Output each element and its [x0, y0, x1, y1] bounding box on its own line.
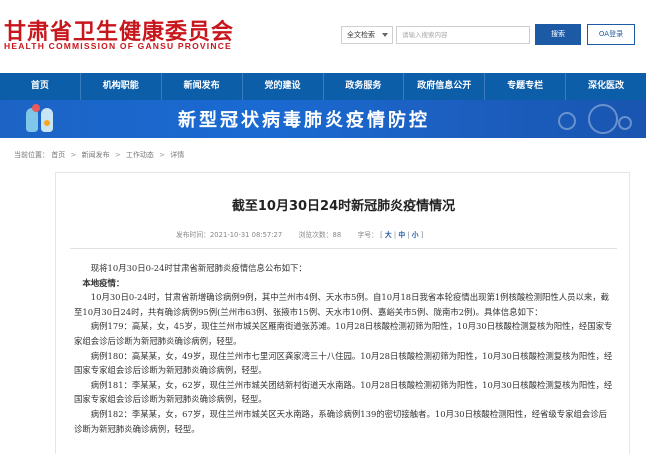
main-nav: 首页 机构职能 新闻发布 党的建设 政务服务 政府信息公开 专题专栏 深化医改: [0, 73, 646, 100]
article-paragraph: 现将10月30日0-24时甘肃省新冠肺炎疫情信息公布如下：: [90, 263, 307, 273]
breadcrumb-separator: >: [114, 151, 121, 159]
separator: |: [407, 231, 410, 239]
font-size-small-button[interactable]: 小: [412, 231, 419, 239]
views-count: 88: [332, 231, 342, 239]
article-paragraph: 病例180：高某某，女，49岁，现住兰州市七里河区龚家湾三十八住园。10月28日…: [74, 350, 613, 376]
article-meta: 发布时间：2021-10-31 08:57:27 浏览次数：88 字号： [ 大…: [176, 229, 423, 239]
bracket: ]: [420, 231, 424, 239]
oa-login-button[interactable]: OA登录: [587, 24, 635, 45]
banner-title: 新型冠状病毒肺炎疫情防控: [178, 110, 430, 131]
article-paragraph: 病例179：高某，女，45岁，现住兰州市城关区雁南街道张苏滩。10月28日核酸检…: [74, 321, 613, 346]
site-header: 甘肃省卫生健康委员会 HEALTH COMMISSION OF GANSU PR…: [0, 0, 646, 72]
search-scope-label: 全文检索: [347, 31, 375, 39]
breadcrumb-separator: >: [70, 151, 77, 159]
breadcrumb-item-home[interactable]: 首页: [51, 151, 65, 159]
search-scope-select[interactable]: 全文检索: [341, 26, 393, 44]
views-label: 浏览次数：: [298, 231, 333, 239]
published-time: 2021-10-31 08:57:27: [209, 231, 283, 239]
font-size-medium-button[interactable]: 中: [398, 231, 405, 239]
font-size-label: 字号：: [357, 231, 378, 239]
nav-item-reform[interactable]: 深化医改: [566, 73, 646, 100]
article-paragraph: 病例182：李某某，女，67岁，现住兰州市城关区天水南路，系确诊病例139的密切…: [74, 408, 607, 434]
article-title: 截至10月30日24时新冠肺炎疫情情况: [231, 199, 456, 214]
separator: |: [393, 231, 397, 239]
article-divider: [70, 248, 617, 249]
nav-item-services[interactable]: 政务服务: [324, 73, 405, 100]
search-input[interactable]: [396, 26, 530, 44]
nav-item-disclosure[interactable]: 政府信息公开: [404, 73, 486, 100]
nav-item-party[interactable]: 党的建设: [243, 73, 324, 100]
breadcrumb-item-detail: 详情: [170, 151, 185, 159]
nav-item-news[interactable]: 新闻发布: [162, 73, 243, 100]
article-body: 现将10月30日0-24时甘肃省新冠肺炎疫情信息公布如下： 本地疫情： 10月3…: [74, 261, 614, 436]
covid-banner[interactable]: 新型冠状病毒肺炎疫情防控: [0, 100, 646, 138]
breadcrumb-separator: >: [159, 151, 166, 159]
article-section-heading: 本地疫情：: [82, 277, 125, 288]
nav-item-functions[interactable]: 机构职能: [81, 73, 162, 100]
chevron-down-icon: [382, 33, 388, 37]
article-paragraph: 10月30日0-24时，甘肃省新增确诊病例9例，其中兰州市4例、天水市5例。自1…: [74, 292, 610, 317]
article-panel: 截至10月30日24时新冠肺炎疫情情况 发布时间：2021-10-31 08:5…: [55, 172, 630, 454]
site-logo-en: HEALTH COMMISSION OF GANSU PROVINCE: [4, 41, 232, 51]
breadcrumb-item-work[interactable]: 工作动态: [126, 151, 154, 159]
search-button[interactable]: 搜索: [535, 24, 581, 45]
font-size-large-button[interactable]: 大: [385, 231, 392, 239]
virus-decoration-icon: [518, 102, 638, 136]
nav-item-topics[interactable]: 专题专栏: [485, 73, 567, 100]
lungs-icon: [26, 104, 56, 134]
published-label: 发布时间：: [176, 231, 210, 239]
nav-item-home[interactable]: 首页: [0, 73, 81, 100]
breadcrumb: 当前位置： 首页 > 新闻发布 > 工作动态 > 详情: [14, 150, 184, 160]
bracket: [: [380, 231, 383, 239]
breadcrumb-label: 当前位置：: [14, 151, 49, 159]
article-paragraph: 病例181：李某某，女，62岁，现住兰州市城关团结新村街道天水南路。10月28日…: [74, 379, 613, 405]
breadcrumb-item-news[interactable]: 新闻发布: [82, 151, 110, 159]
